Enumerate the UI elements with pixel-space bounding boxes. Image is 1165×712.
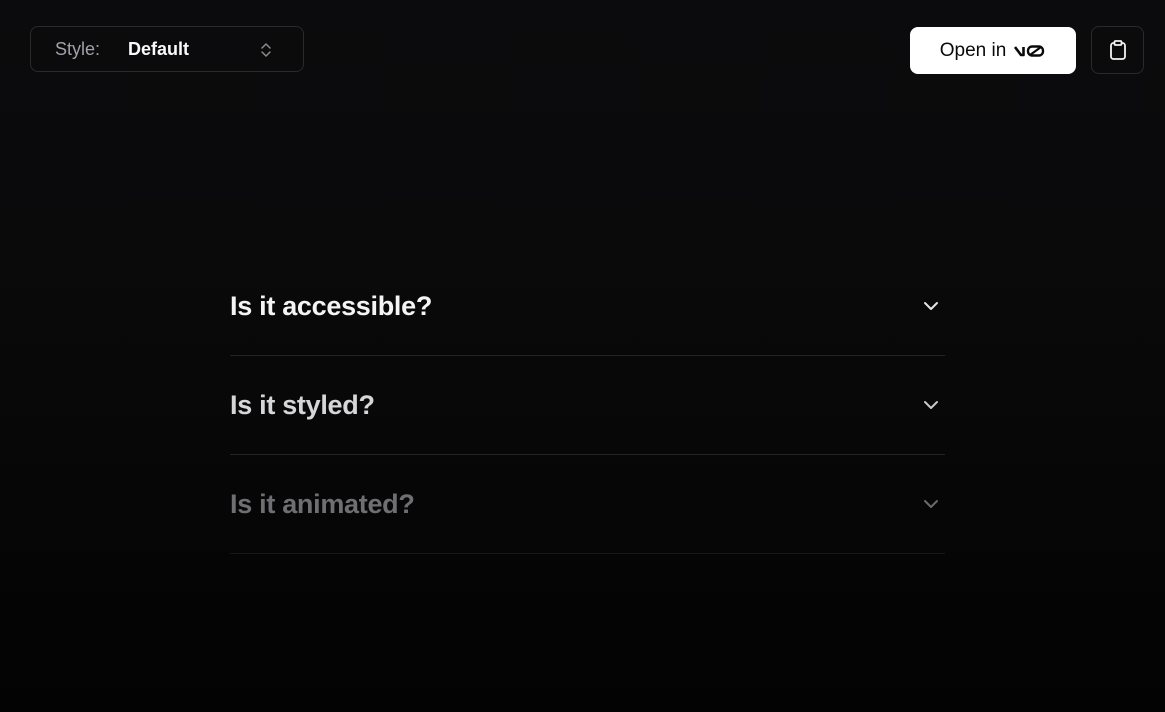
accordion: Is it accessible? Is it styled? Is it an… <box>230 257 945 554</box>
accordion-item-animated[interactable]: Is it animated? <box>230 455 945 554</box>
chevron-down-icon <box>924 500 938 508</box>
style-label: Style: <box>55 38 101 59</box>
open-in-v0-button[interactable]: Open in <box>910 27 1076 74</box>
chevron-down-icon <box>924 401 938 409</box>
open-in-label: Open in <box>939 39 1007 61</box>
accordion-item-styled[interactable]: Is it styled? <box>230 356 945 455</box>
clipboard-icon <box>1109 40 1126 60</box>
accordion-title: Is it styled? <box>230 389 375 420</box>
accordion-title: Is it accessible? <box>230 290 433 321</box>
chevrons-up-down-icon <box>261 43 271 57</box>
v0-logo-icon <box>1014 44 1045 57</box>
style-value: Default <box>128 38 190 59</box>
accordion-item-accessible[interactable]: Is it accessible? <box>230 257 945 356</box>
style-select[interactable]: Style: Default <box>30 26 304 72</box>
chevron-down-icon <box>924 302 938 310</box>
copy-button[interactable] <box>1091 26 1144 74</box>
accordion-title: Is it animated? <box>230 488 415 519</box>
